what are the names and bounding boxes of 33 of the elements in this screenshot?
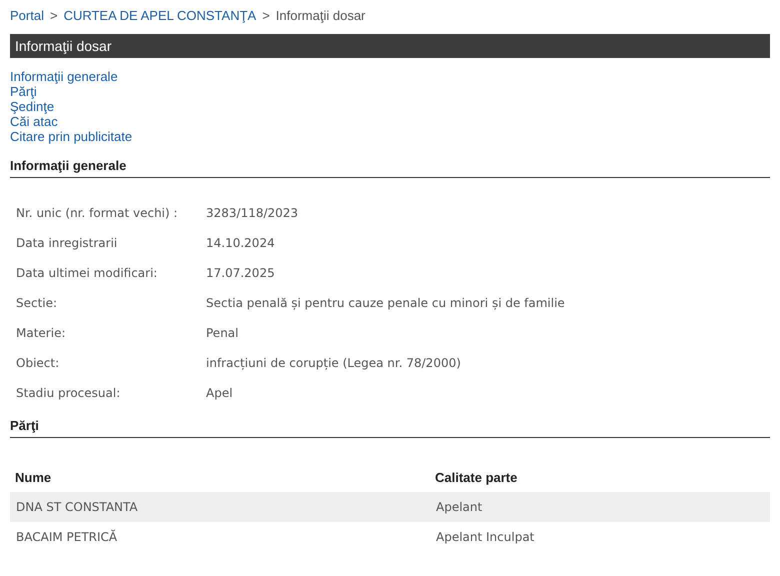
breadcrumb-separator: > — [50, 8, 58, 23]
field-value: 17.07.2025 — [206, 265, 276, 282]
field-label: Obiect: — [16, 355, 60, 372]
table-cell-text: DNA ST CONSTANTA — [15, 500, 139, 514]
table-cell-text: Apelant — [435, 500, 484, 514]
table-cell-text: Apelant Inculpat — [435, 530, 536, 544]
field-value: Apel — [206, 385, 234, 402]
section-title: Informaţii generale — [10, 158, 128, 175]
field-label: Materie: — [16, 325, 66, 342]
section-link[interactable]: Şedinţe — [10, 99, 54, 114]
section-title: Părţi — [10, 418, 40, 435]
field-label: Data ultimei modificari: — [16, 265, 158, 282]
field-label: Sectie: — [16, 295, 58, 312]
field-value: 3283/118/2023 — [206, 205, 300, 222]
section-link[interactable]: Citare prin publicitate — [10, 129, 132, 144]
field-label: Nr. unic (nr. format vechi) : — [16, 205, 179, 222]
breadcrumb-separator: > — [262, 8, 270, 23]
table-cell-text: BACAIM PETRICĂ — [15, 530, 118, 544]
breadcrumb-link[interactable]: CURTEA DE APEL CONSTANŢA — [64, 8, 256, 23]
field-value: Penal — [206, 325, 240, 342]
breadcrumb-current: Informaţii dosar — [276, 8, 366, 23]
breadcrumb-link[interactable]: Portal — [10, 8, 44, 23]
field-value: 14.10.2024 — [206, 235, 276, 252]
column-header: Calitate parte — [434, 470, 518, 484]
header-bar: Informaţii dosar — [10, 34, 770, 58]
field-value: Sectia penală și pentru cauze penale cu minori și de familie — [206, 295, 566, 312]
field-value: infracțiuni de corupție (Legea nr. 78/2000) — [206, 355, 462, 372]
section-link[interactable]: Informaţii generale — [10, 69, 118, 84]
section-link[interactable]: Părţi — [10, 84, 37, 99]
field-label: Data inregistrarii — [16, 235, 118, 252]
column-header: Nume — [14, 470, 52, 484]
section-link[interactable]: Căi atac — [10, 114, 58, 129]
field-label: Stadiu procesual: — [16, 385, 122, 402]
